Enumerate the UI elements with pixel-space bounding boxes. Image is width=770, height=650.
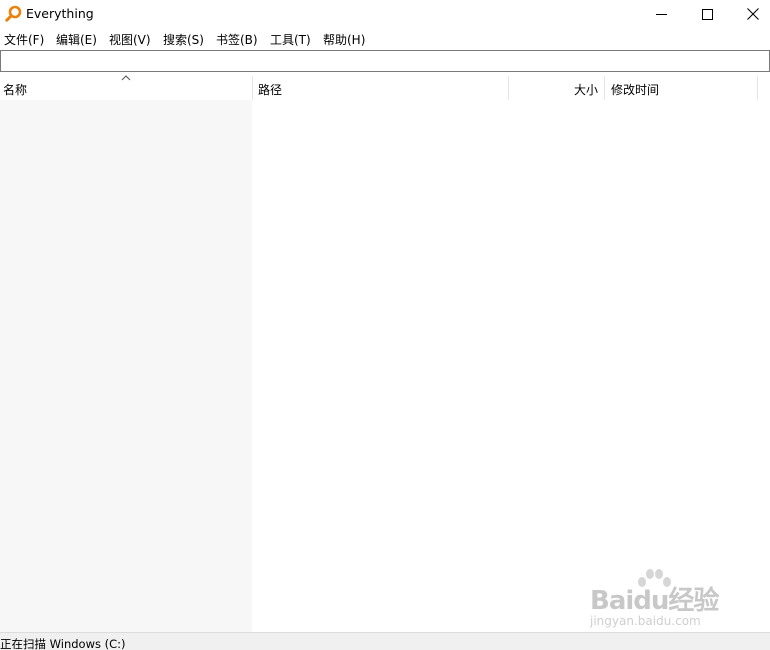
maximize-icon [701,8,713,20]
close-icon [747,8,759,20]
baidu-watermark: Baidu经验 jingyan.baidu.com [588,568,738,632]
search-bar [0,50,770,72]
column-header-name[interactable]: 名称 [0,75,252,100]
window-title: Everything [26,6,94,21]
menu-file[interactable]: 文件(F) [4,31,44,48]
column-header-size[interactable]: 大小 [509,76,604,100]
watermark-url: jingyan.baidu.com [590,614,701,628]
name-column-background [0,100,252,632]
minimize-icon [655,9,667,20]
status-text: 正在扫描 Windows (C:) [0,637,126,650]
menu-tools[interactable]: 工具(T) [270,31,311,48]
menu-bookmarks[interactable]: 书签(B) [216,31,258,48]
menu-edit[interactable]: 编辑(E) [56,31,97,48]
column-header-name-label: 名称 [3,83,28,97]
column-divider[interactable] [757,76,758,100]
column-header-size-label: 大小 [573,83,598,97]
column-header-modified-label: 修改时间 [611,83,660,97]
results-list[interactable] [0,100,770,632]
menu-search[interactable]: 搜索(S) [163,31,204,48]
everything-window: Everything 文件(F) 编辑(E) 视图(V) 搜索(S) 书签(B)… [0,0,770,650]
sort-ascending-icon [121,75,131,81]
maximize-button[interactable] [684,0,730,28]
menu-help[interactable]: 帮助(H) [323,31,365,48]
minimize-button[interactable] [638,0,684,28]
menu-bar: 文件(F) 编辑(E) 视图(V) 搜索(S) 书签(B) 工具(T) 帮助(H… [0,28,770,48]
title-bar[interactable]: Everything [0,0,770,28]
search-input[interactable] [0,50,770,72]
watermark-brand: Baidu经验 [590,586,719,616]
column-header-path[interactable]: 路径 [253,76,508,100]
menu-view[interactable]: 视图(V) [109,31,151,48]
close-button[interactable] [730,0,770,28]
status-bar: 正在扫描 Windows (C:) [0,632,770,650]
magnifier-app-icon [5,5,22,22]
column-header-modified[interactable]: 修改时间 [605,76,757,100]
column-header-row: 名称 路径 大小 修改时间 [0,75,770,100]
column-header-path-label: 路径 [258,83,283,97]
